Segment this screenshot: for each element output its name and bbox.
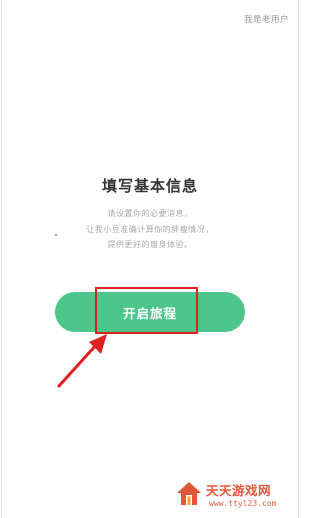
highlight-box — [95, 287, 198, 334]
description: 请设置你的必要消息， 让我小豆准确计算你的胖瘦情况， 提供更好的瘦身体验。 — [0, 206, 300, 253]
frame-left-border — [1, 0, 2, 518]
frame-right-border — [298, 0, 299, 518]
pointer-arrow-icon — [57, 334, 107, 388]
watermark-url: www.ttyl23.com — [209, 499, 277, 508]
page-title: 填写基本信息 — [101, 177, 198, 195]
watermark-title: 天天游戏网 — [206, 483, 272, 498]
old-user-link[interactable]: 我是老用户 — [244, 13, 289, 25]
description-line: 提供更好的瘦身体验。 — [107, 240, 193, 249]
watermark-logo-icon — [177, 482, 201, 505]
description-line: 请设置你的必要消息， — [107, 209, 193, 218]
description-line: 让我小豆准确计算你的胖瘦情况， — [86, 224, 214, 234]
watermark: 天天游戏网 www.ttyl23.com — [176, 477, 296, 513]
decorative-dot — [55, 234, 57, 236]
